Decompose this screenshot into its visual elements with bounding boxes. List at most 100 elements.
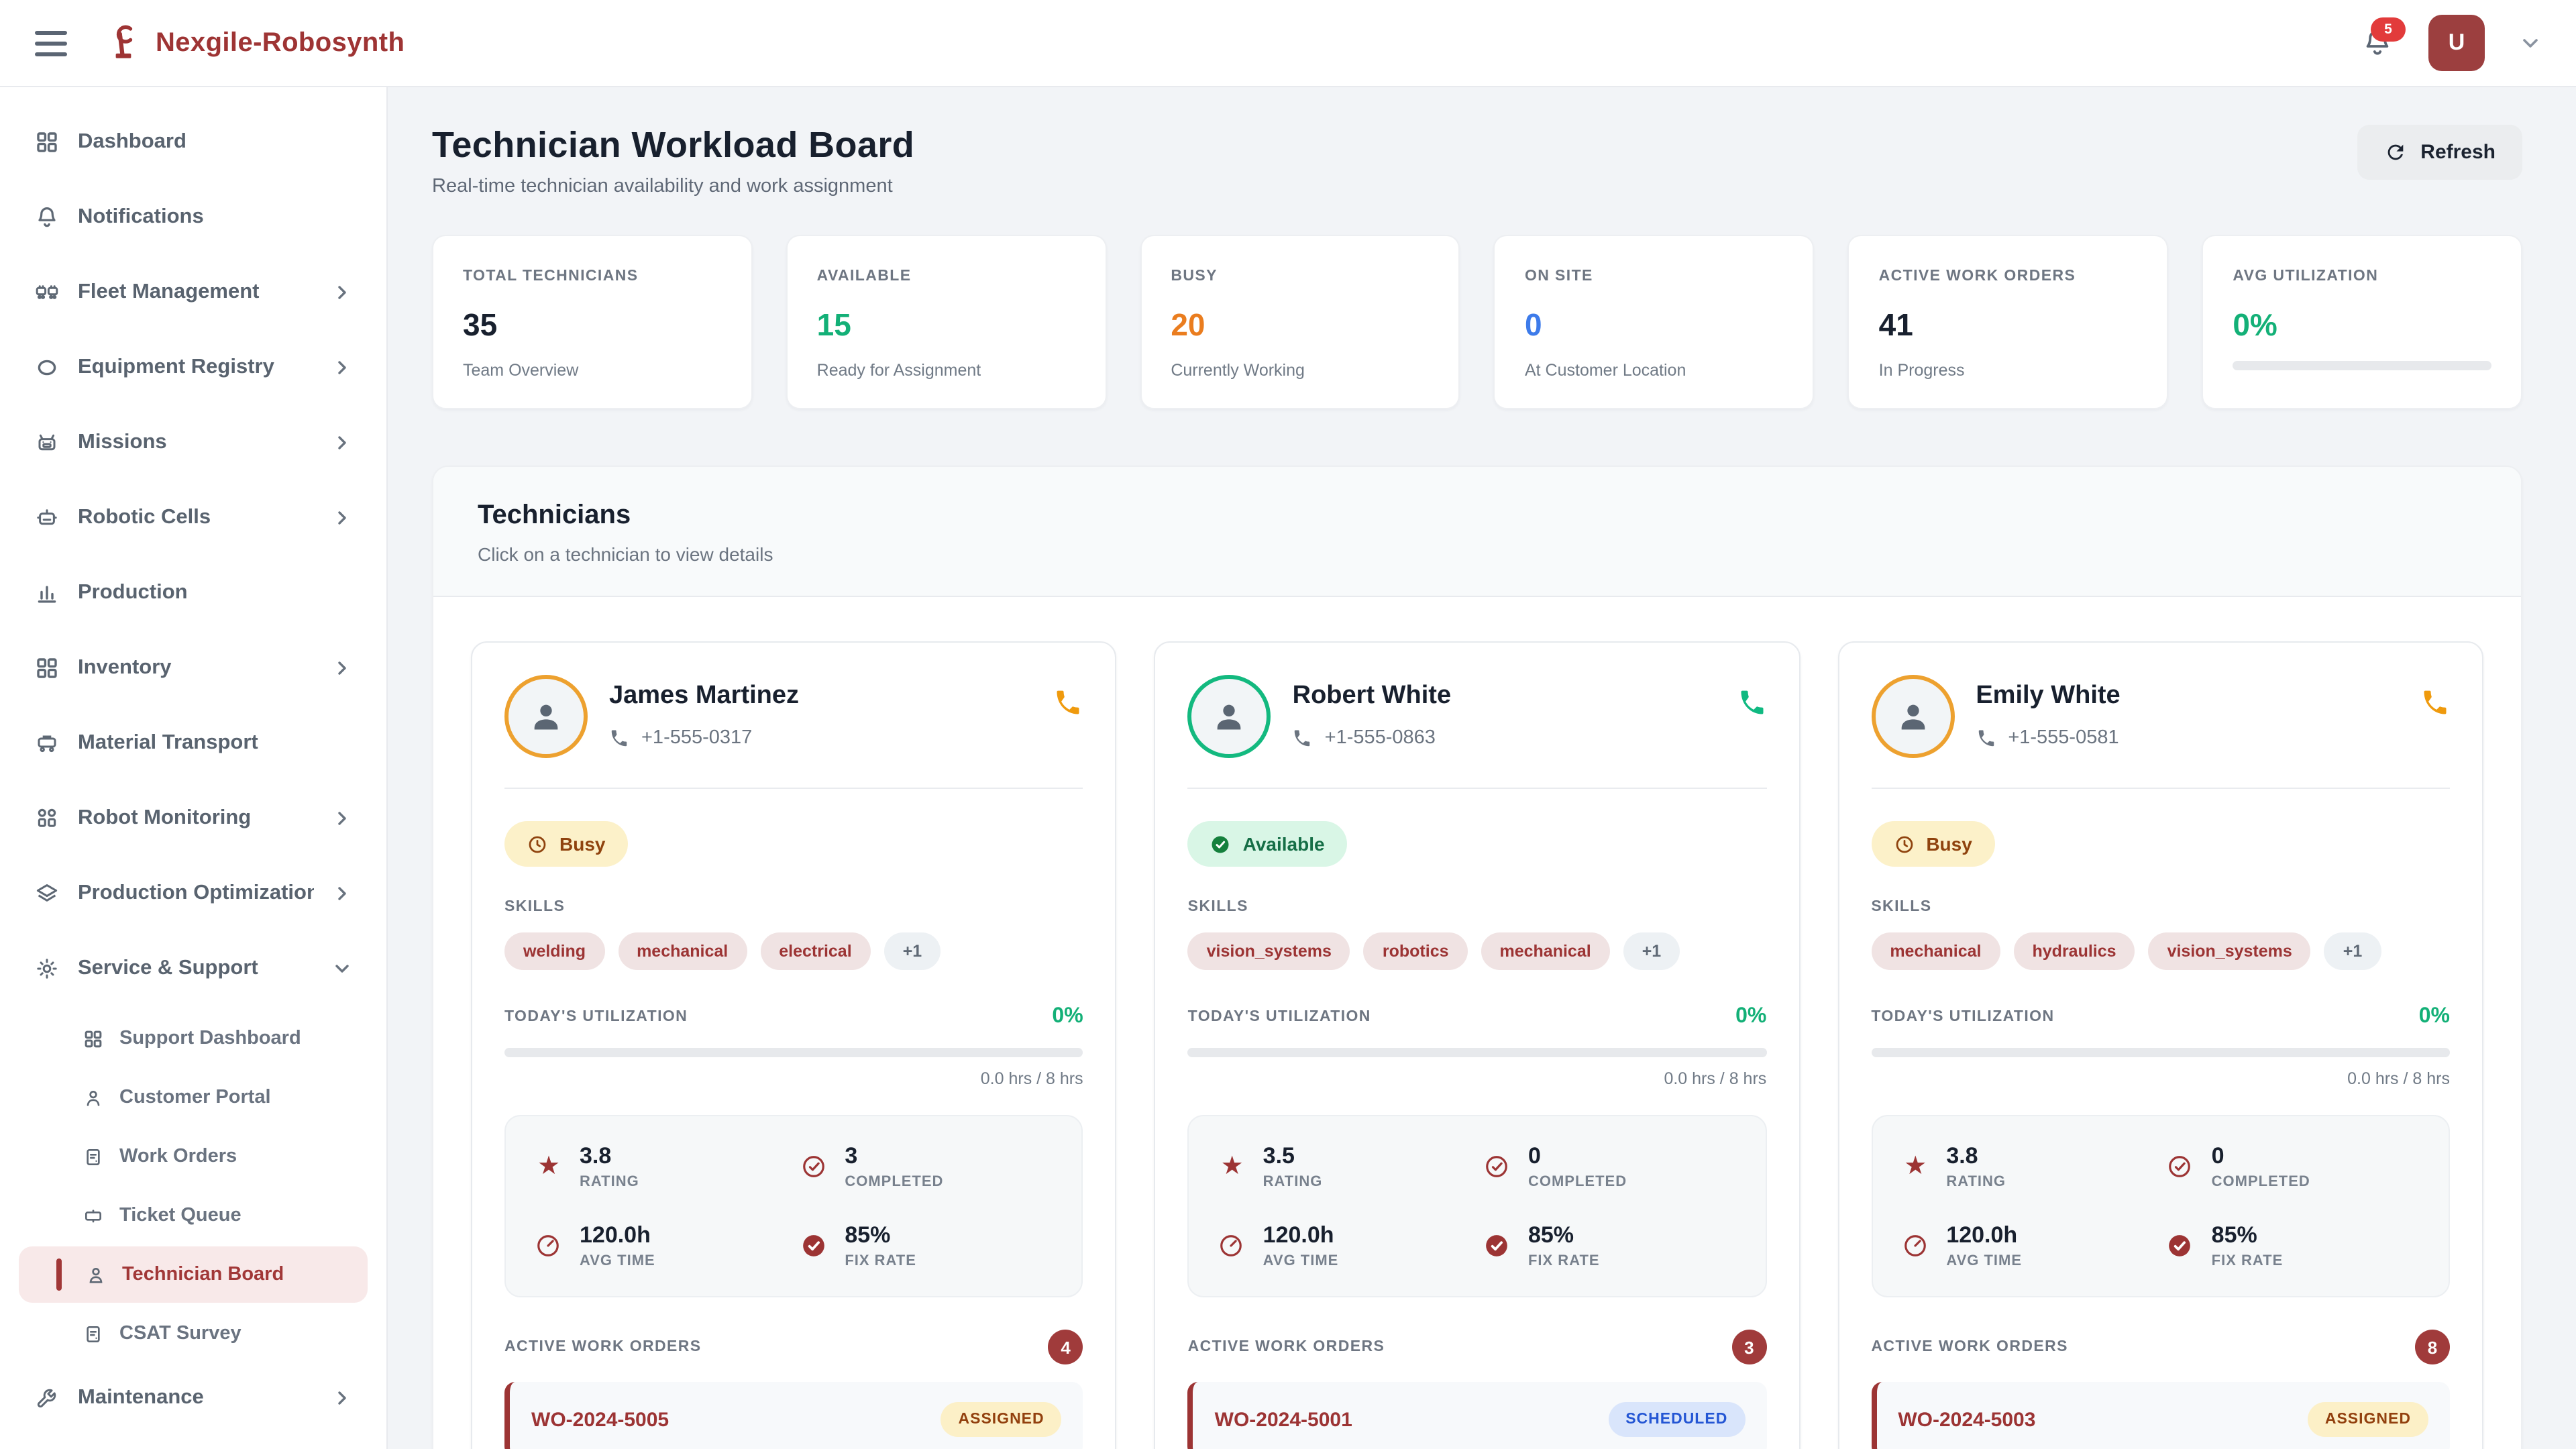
panel-subtitle: Click on a technician to view details bbox=[478, 543, 2477, 565]
stat-caption: At Customer Location bbox=[1525, 361, 1784, 380]
work-order-row[interactable]: WO-2024-5005 ASSIGNED bbox=[504, 1382, 1083, 1449]
check-circle-filled-icon bbox=[2167, 1233, 2194, 1258]
status-badge: Available bbox=[1188, 821, 1348, 867]
sidebar-subitem-customer-portal[interactable]: Customer Portal bbox=[19, 1069, 368, 1126]
skills-label: SKILLS bbox=[504, 899, 1083, 915]
clock-icon bbox=[1894, 834, 1914, 854]
stat-label: AVG UTILIZATION bbox=[2233, 268, 2491, 284]
sidebar-item-robotic-cells[interactable]: Robotic Cells bbox=[19, 484, 368, 550]
sidebar-item-fleet-management[interactable]: Fleet Management bbox=[19, 259, 368, 325]
extra-skills-chip: +1 bbox=[2324, 932, 2381, 970]
work-order-id: WO-2024-5001 bbox=[1215, 1408, 1352, 1431]
skills-list: mechanical hydraulics vision_systems +1 bbox=[1871, 932, 2450, 970]
utilization-percent: 0% bbox=[2419, 1005, 2450, 1029]
sidebar-item-dashboard[interactable]: Dashboard bbox=[19, 109, 368, 174]
app-shell: Dashboard Notifications Fleet Management… bbox=[0, 87, 2576, 1449]
skills-list: welding mechanical electrical +1 bbox=[504, 932, 1083, 970]
completed-value: 0 bbox=[1528, 1143, 1627, 1170]
document-icon bbox=[83, 1146, 103, 1167]
active-work-orders-label: ACTIVE WORK ORDERS bbox=[1871, 1339, 2068, 1355]
call-button[interactable] bbox=[2420, 688, 2450, 718]
skill-chip: vision_systems bbox=[1188, 932, 1350, 970]
technician-avatar bbox=[1188, 675, 1271, 758]
sidebar-item-notifications[interactable]: Notifications bbox=[19, 184, 368, 250]
sidebar-item-production-optimization[interactable]: Production Optimization bbox=[19, 860, 368, 926]
technicians-grid: James Martinez +1-555-0317 bbox=[433, 597, 2521, 1449]
extra-skills-chip: +1 bbox=[1623, 932, 1680, 970]
sidebar-item-service-support[interactable]: Service & Support bbox=[19, 935, 368, 1001]
technician-phone: +1-555-0317 bbox=[641, 727, 752, 749]
technician-name: Robert White bbox=[1293, 682, 1451, 711]
bar-chart-icon bbox=[35, 580, 59, 604]
page-header: Technician Workload Board Real-time tech… bbox=[432, 125, 2522, 197]
technician-card[interactable]: James Martinez +1-555-0317 bbox=[471, 641, 1117, 1449]
technician-progress-bar bbox=[1871, 1048, 2450, 1057]
hours-worked: 0.0 hrs / 8 hrs bbox=[504, 1069, 1083, 1088]
top-header: Nexgile-Robosynth 5 U bbox=[0, 0, 2576, 87]
sidebar-item-inventory[interactable]: Inventory bbox=[19, 635, 368, 700]
star-icon: ★ bbox=[1219, 1154, 1246, 1179]
stat-value: 35 bbox=[463, 307, 722, 343]
brand: Nexgile-Robosynth bbox=[105, 24, 405, 62]
user-avatar[interactable]: U bbox=[2428, 15, 2485, 71]
utilization-percent: 0% bbox=[1735, 1005, 1766, 1029]
rating-label: RATING bbox=[1946, 1174, 2006, 1190]
sidebar-subitem-csat-survey[interactable]: CSAT Survey bbox=[19, 1305, 368, 1362]
sidebar-item-missions[interactable]: Missions bbox=[19, 409, 368, 475]
avg-time-value: 120.0h bbox=[1263, 1222, 1339, 1249]
sidebar-subitem-ticket-queue[interactable]: Ticket Queue bbox=[19, 1187, 368, 1244]
grid-icon bbox=[83, 1028, 103, 1049]
notifications-bell-button[interactable]: 5 bbox=[2361, 27, 2394, 59]
technician-stats-box: ★ 3.5RATING 0COMPLETED 120.0hAVG TIME bbox=[1188, 1115, 1767, 1297]
robot-icon bbox=[35, 430, 59, 454]
check-circle-filled-icon bbox=[800, 1233, 827, 1258]
technician-card[interactable]: Emily White +1-555-0581 bbox=[1837, 641, 2483, 1449]
sidebar-item-equipment-registry[interactable]: Equipment Registry bbox=[19, 334, 368, 400]
sidebar-subitem-work-orders[interactable]: Work Orders bbox=[19, 1128, 368, 1185]
sidebar-subitem-support-dashboard[interactable]: Support Dashboard bbox=[19, 1010, 368, 1067]
sun-icon bbox=[35, 956, 59, 980]
technician-card[interactable]: Robert White +1-555-0863 bbox=[1155, 641, 1801, 1449]
gauge-icon bbox=[1902, 1233, 1929, 1258]
skills-list: vision_systems robotics mechanical +1 bbox=[1188, 932, 1767, 970]
stat-label: BUSY bbox=[1171, 268, 1430, 284]
work-order-row[interactable]: WO-2024-5003 ASSIGNED bbox=[1871, 1382, 2450, 1449]
active-work-orders-label: ACTIVE WORK ORDERS bbox=[1188, 1339, 1385, 1355]
star-icon: ★ bbox=[1902, 1154, 1929, 1179]
sidebar-item-maintenance[interactable]: Maintenance bbox=[19, 1364, 368, 1430]
call-button[interactable] bbox=[1737, 688, 1766, 718]
rating-value: 3.8 bbox=[580, 1143, 639, 1170]
completed-value: 0 bbox=[2212, 1143, 2310, 1170]
skill-chip: mechanical bbox=[1481, 932, 1610, 970]
sidebar-item-robot-monitoring[interactable]: Robot Monitoring bbox=[19, 785, 368, 851]
rating-value: 3.5 bbox=[1263, 1143, 1323, 1170]
fix-rate-label: FIX RATE bbox=[845, 1253, 916, 1269]
hamburger-menu-icon[interactable] bbox=[35, 30, 67, 56]
refresh-label: Refresh bbox=[2420, 141, 2496, 164]
layers-icon bbox=[35, 881, 59, 905]
person-icon bbox=[83, 1087, 103, 1108]
sidebar-item-production[interactable]: Production bbox=[19, 559, 368, 625]
work-order-row[interactable]: WO-2024-5001 SCHEDULED bbox=[1188, 1382, 1767, 1449]
user-menu-chevron-down-icon[interactable] bbox=[2520, 32, 2541, 54]
gauge-icon bbox=[535, 1233, 562, 1258]
wrench-icon bbox=[35, 1385, 59, 1409]
refresh-button[interactable]: Refresh bbox=[2357, 125, 2522, 180]
phone-icon bbox=[1976, 728, 1996, 748]
call-button[interactable] bbox=[1054, 688, 1083, 718]
sidebar-subitem-technician-board[interactable]: Technician Board bbox=[19, 1246, 368, 1303]
sidebar-item-material-transport[interactable]: Material Transport bbox=[19, 710, 368, 775]
robot-head-icon bbox=[35, 505, 59, 529]
status-badge: Busy bbox=[1871, 821, 1994, 867]
fix-rate-label: FIX RATE bbox=[2212, 1253, 2284, 1269]
technician-progress-bar bbox=[504, 1048, 1083, 1057]
completed-value: 3 bbox=[845, 1143, 943, 1170]
work-order-count-badge: 8 bbox=[2415, 1330, 2450, 1364]
chevron-right-icon bbox=[333, 883, 352, 902]
stat-value: 15 bbox=[817, 307, 1076, 343]
sidebar-item-label: Maintenance bbox=[78, 1385, 314, 1409]
skill-chip: welding bbox=[504, 932, 604, 970]
work-order-id: WO-2024-5003 bbox=[1898, 1408, 2035, 1431]
avg-time-label: AVG TIME bbox=[1263, 1253, 1339, 1269]
stat-card-busy: BUSY 20 Currently Working bbox=[1140, 235, 1460, 409]
